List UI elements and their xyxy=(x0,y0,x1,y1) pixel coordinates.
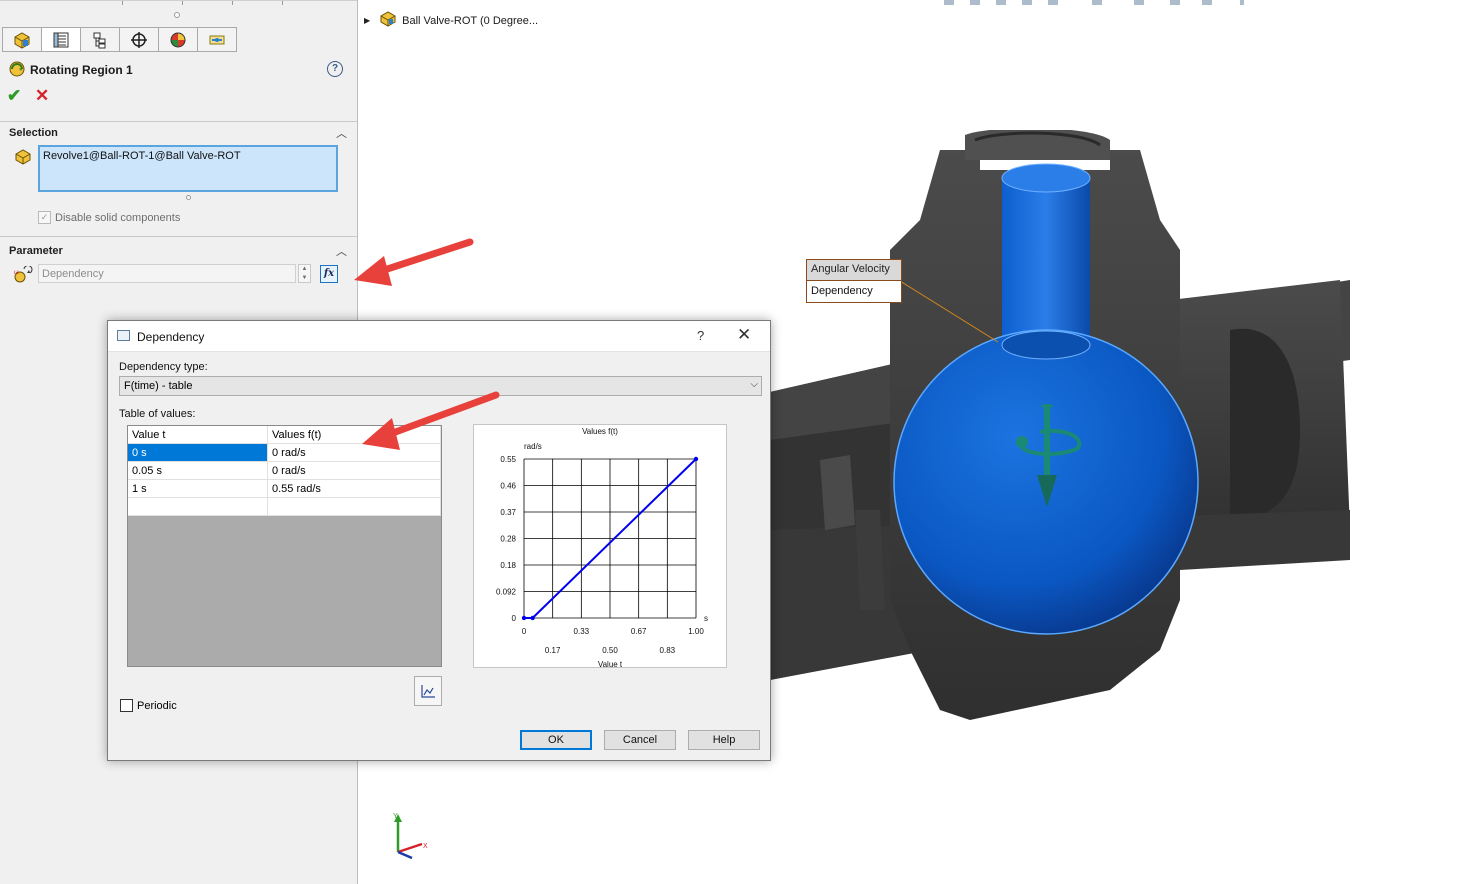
chevron-up-icon[interactable]: ︿ xyxy=(336,125,347,141)
callout-value: Dependency xyxy=(811,285,873,297)
table-of-values-label: Table of values: xyxy=(119,408,196,420)
view-toolbar-partial xyxy=(944,0,1244,5)
disable-solid-components-checkbox[interactable]: ✓ xyxy=(38,211,51,224)
assembly-icon xyxy=(379,11,397,30)
dialog-window-icon xyxy=(117,330,130,341)
dimxpert-tab[interactable] xyxy=(119,27,158,52)
cancel-x-icon[interactable]: ✕ xyxy=(35,86,49,106)
y-tick-label: 0.46 xyxy=(500,482,516,491)
svg-text:ω: ω xyxy=(14,270,19,276)
dialog-title: Dependency xyxy=(137,330,205,344)
periodic-label: Periodic xyxy=(137,699,177,712)
y-tick-label: 0.092 xyxy=(496,588,517,597)
axis-y-label: Y xyxy=(393,813,398,820)
axis-x-label: X xyxy=(423,843,428,850)
table-cell[interactable] xyxy=(267,497,441,516)
expand-arrow-icon[interactable]: ▶ xyxy=(364,16,370,25)
help-button[interactable]: Help xyxy=(688,730,760,750)
periodic-checkbox[interactable] xyxy=(120,699,133,712)
y-tick-label: 0.18 xyxy=(500,561,516,570)
fx-dependency-button[interactable]: fx xyxy=(320,265,338,283)
y-unit-label: rad/s xyxy=(524,442,542,451)
annotation-arrows xyxy=(354,238,500,450)
table-cell[interactable]: 0 s xyxy=(128,443,268,462)
selection-list-grip[interactable] xyxy=(186,195,191,200)
chart-view-button[interactable] xyxy=(414,676,442,706)
x-tick-label: 0 xyxy=(522,627,527,636)
ok-button[interactable]: OK xyxy=(520,730,592,750)
x-tick-label: 0.67 xyxy=(631,627,647,636)
red-arrow-icon xyxy=(362,391,500,450)
configuration-manager-icon xyxy=(93,32,106,48)
y-tick-label: 0.28 xyxy=(500,535,516,544)
property-manager-icon xyxy=(53,32,69,47)
flow-simulation-tab[interactable] xyxy=(197,27,237,52)
x-tick-label: 0.50 xyxy=(602,646,618,655)
table-row-empty[interactable] xyxy=(128,497,441,516)
parameter-spinner[interactable]: ▲ ▼ xyxy=(298,264,311,283)
manager-tabs xyxy=(2,27,237,52)
cancel-button[interactable]: Cancel xyxy=(604,730,676,750)
x-tick-label: 0.33 xyxy=(574,627,590,636)
parameter-section-label: Parameter xyxy=(9,245,63,257)
periodic-row: Periodic xyxy=(120,699,177,712)
dialog-close-icon[interactable]: ✕ xyxy=(737,325,751,345)
dialog-help-icon[interactable]: ? xyxy=(697,328,704,343)
dependency-type-value: F(time) - table xyxy=(124,380,193,392)
property-manager-tab[interactable] xyxy=(41,27,80,52)
selection-list-item[interactable]: Revolve1@Ball-ROT-1@Ball Valve-ROT xyxy=(43,150,241,162)
angular-velocity-icon: ω xyxy=(13,265,33,287)
x-tick-label: 0.17 xyxy=(545,646,561,655)
ball-valve-model[interactable] xyxy=(760,130,1360,730)
display-manager-icon xyxy=(170,32,186,47)
disable-solid-components-label: Disable solid components xyxy=(55,211,181,224)
assembly-name: Ball Valve-ROT (0 Degree... xyxy=(402,14,539,27)
column-header-value-t: Value t xyxy=(128,426,268,444)
axis-triad: Y X xyxy=(393,813,428,860)
disable-solid-components-row: ✓ Disable solid components xyxy=(38,211,180,224)
flow-simulation-icon xyxy=(209,35,225,44)
angular-velocity-callout[interactable]: Angular Velocity Dependency xyxy=(806,259,902,303)
selection-list[interactable]: Revolve1@Ball-ROT-1@Ball Valve-ROT xyxy=(38,145,338,192)
feature-manager-icon xyxy=(14,31,30,49)
x-tick-label: 0.83 xyxy=(660,646,676,655)
x-axis-title: Value t xyxy=(598,660,623,667)
feature-manager-tab[interactable] xyxy=(2,27,41,52)
panel-top-bar xyxy=(0,0,357,5)
chart-title: Values f(t) xyxy=(582,427,618,436)
parameter-dependency-field[interactable]: Dependency xyxy=(38,264,296,283)
data-point xyxy=(530,615,535,621)
help-icon[interactable]: ? xyxy=(327,61,343,77)
splitter-grip[interactable] xyxy=(174,12,180,18)
dependency-chart-panel: Values f(t) rad/s s Value t 0.55 0.46 0.37 0.28… xyxy=(473,424,727,669)
property-manager-title: Rotating Region 1 xyxy=(30,63,133,77)
data-point xyxy=(693,456,699,462)
ok-checkmark-icon[interactable]: ✔ xyxy=(7,86,21,106)
display-manager-tab[interactable] xyxy=(158,27,197,52)
dependency-type-label: Dependency type: xyxy=(119,361,208,373)
selection-section-header[interactable]: Selection ︿ xyxy=(0,121,357,140)
rotating-region-icon xyxy=(8,60,26,81)
dimxpert-icon xyxy=(131,31,147,48)
feature-tree-root[interactable]: ▶ Ball Valve-ROT (0 Degree... xyxy=(364,11,538,30)
callout-title: Angular Velocity xyxy=(807,260,901,281)
x-tick-label: 1.00 xyxy=(688,627,704,636)
y-tick-label: 0.37 xyxy=(500,508,516,517)
y-tick-label: 0 xyxy=(512,614,517,623)
table-row[interactable]: 1 s 0.55 rad/s xyxy=(128,479,441,498)
data-point xyxy=(521,615,527,621)
configuration-manager-tab[interactable] xyxy=(80,27,119,52)
red-arrow-icon xyxy=(354,238,474,286)
component-selection-icon xyxy=(14,148,32,169)
table-cell[interactable]: 0.05 s xyxy=(128,461,268,480)
table-cell[interactable]: 0.55 rad/s xyxy=(267,479,441,498)
table-cell[interactable] xyxy=(128,497,268,516)
chart-icon xyxy=(421,685,435,698)
selection-section-label: Selection xyxy=(9,127,58,139)
x-unit-label: s xyxy=(704,614,708,623)
dependency-chart: Values f(t)rad/ssValue t0.550.460.370.28… xyxy=(496,427,708,669)
chevron-down-icon[interactable]: ⌵ xyxy=(750,379,758,390)
parameter-section-header[interactable]: Parameter ︿ xyxy=(0,236,357,258)
table-cell[interactable]: 1 s xyxy=(128,479,268,498)
